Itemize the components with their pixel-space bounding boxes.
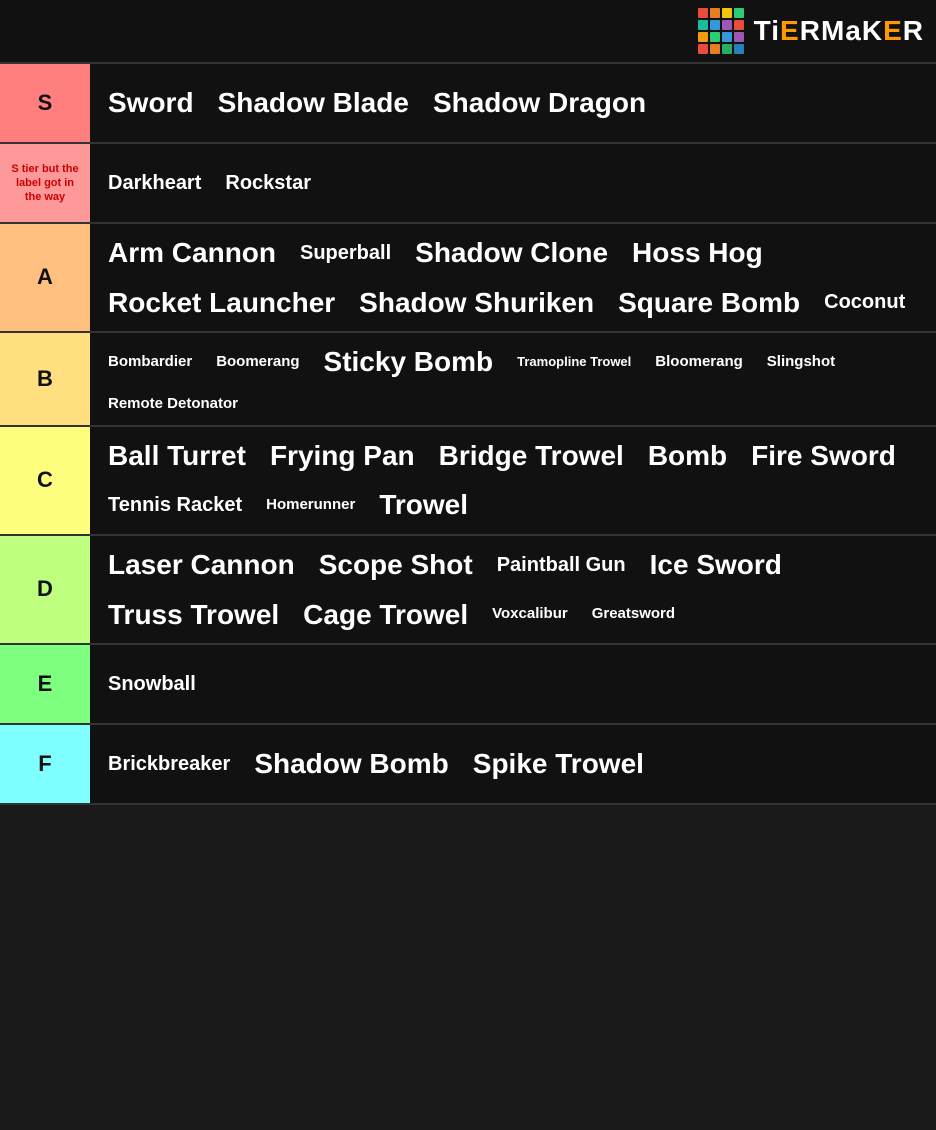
tier-item[interactable]: Sword: [98, 80, 204, 126]
tier-item[interactable]: Coconut: [814, 284, 915, 320]
tier-item[interactable]: Tennis Racket: [98, 487, 252, 523]
tier-item[interactable]: Hoss Hog: [622, 230, 773, 276]
tier-item[interactable]: Superball: [290, 235, 401, 271]
tier-item[interactable]: Slingshot: [757, 347, 845, 377]
tier-row-d: DLaser CannonScope ShotPaintball GunIce …: [0, 536, 936, 645]
tier-row-s2: S tier but the label got in the wayDarkh…: [0, 144, 936, 224]
tier-label-s: S: [0, 64, 90, 142]
tier-item[interactable]: Brickbreaker: [98, 746, 240, 782]
tier-item[interactable]: Voxcalibur: [482, 599, 578, 629]
tier-item[interactable]: Frying Pan: [260, 433, 425, 479]
tier-item[interactable]: Scope Shot: [309, 542, 483, 588]
tier-item[interactable]: Arm Cannon: [98, 230, 286, 276]
tier-content-c: Ball TurretFrying PanBridge TrowelBombFi…: [90, 427, 936, 534]
tier-item[interactable]: Greatsword: [582, 599, 685, 629]
tier-label-a: A: [0, 224, 90, 331]
tier-item[interactable]: Bomb: [638, 433, 737, 479]
tier-content-e: Snowball: [90, 645, 936, 723]
tier-item[interactable]: Remote Detonator: [98, 389, 248, 419]
tier-item[interactable]: Sticky Bomb: [314, 339, 504, 385]
tier-item[interactable]: Snowball: [98, 666, 206, 702]
tier-item[interactable]: Shadow Bomb: [244, 741, 458, 787]
tier-item[interactable]: Ice Sword: [640, 542, 792, 588]
tier-item[interactable]: Laser Cannon: [98, 542, 305, 588]
tier-row-c: CBall TurretFrying PanBridge TrowelBombF…: [0, 427, 936, 536]
tier-item[interactable]: Shadow Shuriken: [349, 280, 604, 326]
tier-label-e: E: [0, 645, 90, 723]
tier-item[interactable]: Shadow Dragon: [423, 80, 656, 126]
header: TiERMaKER: [0, 0, 936, 64]
tier-label-b: B: [0, 333, 90, 425]
tier-item[interactable]: Boomerang: [206, 347, 309, 377]
tier-item[interactable]: Bloomerang: [645, 347, 753, 377]
tier-item[interactable]: Fire Sword: [741, 433, 906, 479]
app-container: TiERMaKER SSwordShadow BladeShadow Drago…: [0, 0, 936, 805]
tier-item[interactable]: Paintball Gun: [487, 547, 636, 583]
tier-label-s2: S tier but the label got in the way: [0, 144, 90, 222]
tiermaker-logo: TiERMaKER: [698, 8, 924, 54]
tier-item[interactable]: Cage Trowel: [293, 592, 478, 638]
tier-row-s: SSwordShadow BladeShadow Dragon: [0, 64, 936, 144]
tier-row-b: BBombardierBoomerangSticky BombTramoplin…: [0, 333, 936, 427]
tier-row-a: AArm CannonSuperballShadow CloneHoss Hog…: [0, 224, 936, 333]
tier-content-f: BrickbreakerShadow BombSpike Trowel: [90, 725, 936, 803]
tier-table: SSwordShadow BladeShadow DragonS tier bu…: [0, 64, 936, 805]
tier-content-d: Laser CannonScope ShotPaintball GunIce S…: [90, 536, 936, 643]
tier-label-d: D: [0, 536, 90, 643]
tier-item[interactable]: Ball Turret: [98, 433, 256, 479]
tier-content-s: SwordShadow BladeShadow Dragon: [90, 64, 936, 142]
tier-content-s2: DarkheartRockstar: [90, 144, 936, 222]
tier-item[interactable]: Square Bomb: [608, 280, 810, 326]
tier-row-f: FBrickbreakerShadow BombSpike Trowel: [0, 725, 936, 805]
tier-item[interactable]: Homerunner: [256, 490, 365, 520]
tier-item[interactable]: Truss Trowel: [98, 592, 289, 638]
tier-item[interactable]: Shadow Clone: [405, 230, 618, 276]
tier-item[interactable]: Bombardier: [98, 347, 202, 377]
tier-item[interactable]: Rockstar: [215, 165, 321, 201]
tier-item[interactable]: Spike Trowel: [463, 741, 654, 787]
tier-item[interactable]: Rocket Launcher: [98, 280, 345, 326]
tier-item[interactable]: Shadow Blade: [208, 80, 419, 126]
tier-item[interactable]: Trowel: [369, 482, 478, 528]
tier-label-f: F: [0, 725, 90, 803]
logo-text: TiERMaKER: [754, 15, 924, 47]
tier-content-b: BombardierBoomerangSticky BombTramopline…: [90, 333, 936, 425]
tier-content-a: Arm CannonSuperballShadow CloneHoss Hog R…: [90, 224, 936, 331]
tier-label-c: C: [0, 427, 90, 534]
tier-item[interactable]: Tramopline Trowel: [507, 348, 641, 376]
logo-grid: [698, 8, 744, 54]
tier-item[interactable]: Darkheart: [98, 165, 211, 201]
tier-item[interactable]: Bridge Trowel: [429, 433, 634, 479]
tier-row-e: ESnowball: [0, 645, 936, 725]
